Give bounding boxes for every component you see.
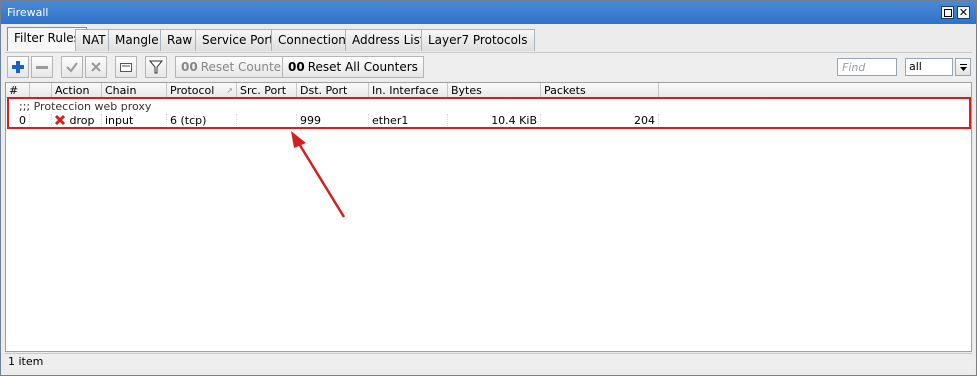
table-header: # Action Chain Protocol ↗ Src. Port Dst.… bbox=[6, 83, 971, 98]
remove-button[interactable] bbox=[31, 56, 53, 78]
cell-protocol: 6 (tcp) bbox=[167, 114, 237, 128]
restore-icon bbox=[944, 9, 952, 17]
tab-raw[interactable]: Raw bbox=[160, 29, 200, 51]
find-input[interactable] bbox=[837, 58, 897, 76]
toolbar: 00 Reset Counters 00 Reset All Counters … bbox=[5, 52, 972, 81]
close-icon: ✕ bbox=[958, 6, 969, 19]
cell-chain: input bbox=[102, 114, 167, 128]
cell-action: drop bbox=[52, 114, 102, 128]
col-chain[interactable]: Chain bbox=[102, 83, 167, 98]
restore-button[interactable] bbox=[941, 6, 954, 19]
rules-table: # Action Chain Protocol ↗ Src. Port Dst.… bbox=[5, 82, 972, 352]
cell-action-label: drop bbox=[69, 114, 95, 127]
col-flags[interactable] bbox=[30, 83, 52, 98]
chevron-down-icon bbox=[959, 63, 967, 71]
enable-button[interactable] bbox=[61, 56, 83, 78]
tab-nat[interactable]: NAT bbox=[75, 29, 113, 51]
col-number[interactable]: # bbox=[6, 83, 30, 98]
col-in-interface[interactable]: In. Interface bbox=[369, 83, 448, 98]
check-icon bbox=[66, 62, 78, 73]
reset-all-counters-label: Reset All Counters bbox=[307, 60, 418, 74]
filter-button[interactable] bbox=[145, 56, 167, 78]
cell-flags bbox=[30, 114, 52, 128]
select-dropdown-button[interactable] bbox=[955, 58, 971, 76]
tab-mangle[interactable]: Mangle bbox=[108, 29, 166, 51]
comment-button[interactable] bbox=[115, 56, 137, 78]
tab-layer7-protocols[interactable]: Layer7 Protocols bbox=[421, 29, 535, 51]
note-icon bbox=[120, 63, 132, 72]
reset-counters-label: Reset Counters bbox=[200, 60, 293, 74]
cell-in-interface: ether1 bbox=[369, 114, 448, 128]
table-row[interactable]: 0 drop input 6 (tcp) 999 ether1 10.4 KiB… bbox=[6, 114, 971, 128]
status-bar: 1 item bbox=[5, 353, 972, 371]
filter-select[interactable]: all bbox=[905, 58, 953, 76]
col-action[interactable]: Action bbox=[52, 83, 102, 98]
col-bytes[interactable]: Bytes bbox=[448, 83, 541, 98]
cell-src-port bbox=[237, 114, 297, 128]
col-protocol[interactable]: Protocol ↗ bbox=[167, 83, 237, 98]
funnel-icon bbox=[149, 60, 163, 74]
col-protocol-label: Protocol bbox=[170, 84, 215, 97]
col-packets[interactable]: Packets bbox=[541, 83, 659, 98]
counter-prefix: 00 bbox=[181, 60, 198, 74]
window-title: Firewall bbox=[7, 6, 49, 19]
drop-x-icon bbox=[54, 114, 66, 126]
item-count: 1 item bbox=[8, 355, 44, 368]
reset-all-counters-button[interactable]: 00 Reset All Counters bbox=[282, 56, 424, 78]
cell-packets: 204 bbox=[541, 114, 659, 128]
add-button[interactable] bbox=[7, 56, 29, 78]
col-dst-port[interactable]: Dst. Port bbox=[297, 83, 369, 98]
x-icon bbox=[91, 62, 101, 72]
rule-comment[interactable]: ;;; Proteccion web proxy bbox=[19, 100, 151, 113]
cell-number: 0 bbox=[6, 114, 30, 128]
cell-bytes: 10.4 KiB bbox=[448, 114, 541, 128]
disable-button[interactable] bbox=[85, 56, 107, 78]
sort-icon: ↗ bbox=[226, 86, 233, 95]
minus-icon bbox=[36, 66, 48, 69]
cell-dst-port: 999 bbox=[297, 114, 369, 128]
close-button[interactable]: ✕ bbox=[957, 6, 970, 19]
counter-prefix-all: 00 bbox=[288, 60, 305, 74]
reset-counters-button[interactable]: 00 Reset Counters bbox=[175, 56, 299, 78]
plus-icon bbox=[12, 61, 24, 73]
col-src-port[interactable]: Src. Port bbox=[237, 83, 297, 98]
title-bar[interactable]: Firewall ✕ bbox=[1, 1, 976, 24]
firewall-window: Firewall ✕ Filter Rules NAT Mangle Raw S… bbox=[0, 0, 977, 376]
